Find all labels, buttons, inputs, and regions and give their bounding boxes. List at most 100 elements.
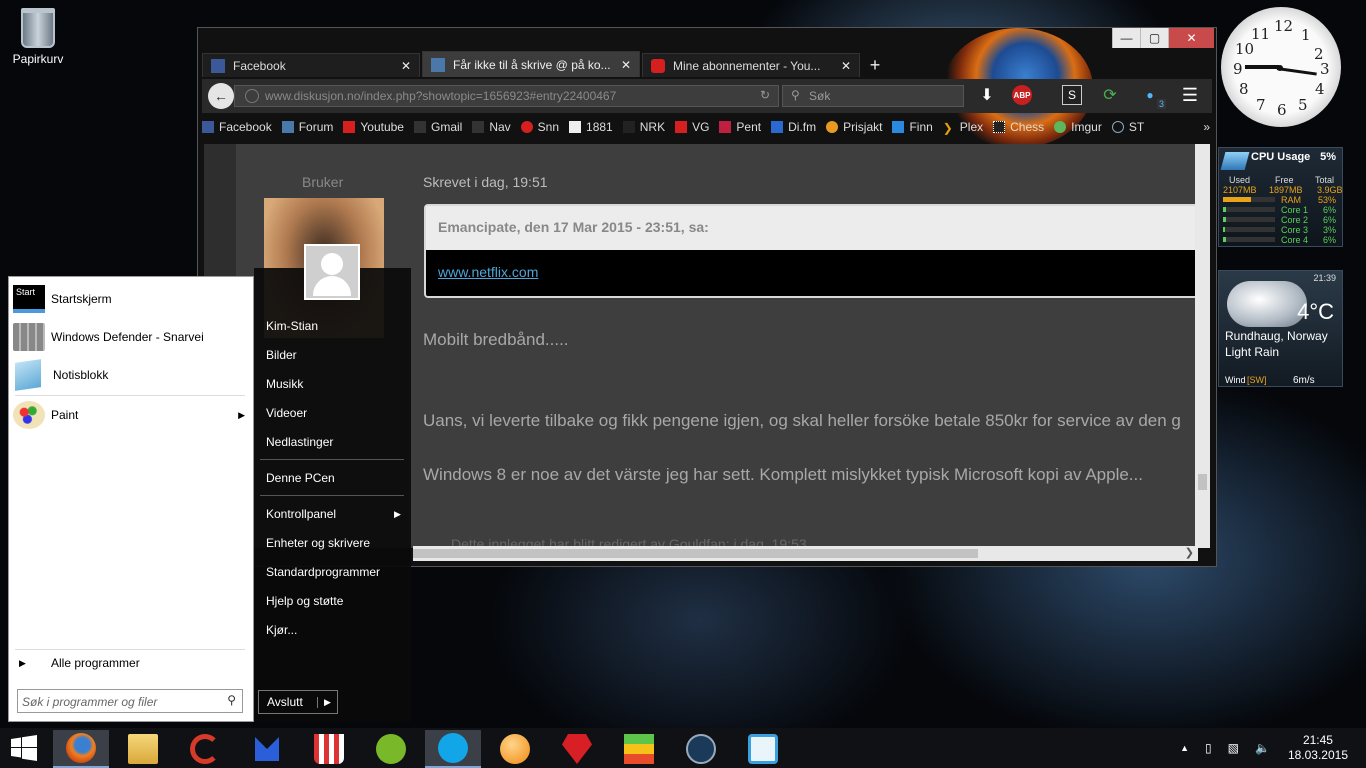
start-search-input[interactable]: Søk i programmer og filer ⚲: [17, 689, 243, 713]
scroll-right-icon[interactable]: ❯: [1185, 546, 1194, 559]
download-icon[interactable]: ⬇: [977, 85, 997, 105]
shutdown-options-icon[interactable]: ▶: [317, 696, 337, 708]
show-hidden-icons[interactable]: ▲: [1180, 743, 1189, 753]
taskbar-utorrent-remote[interactable]: [735, 730, 791, 768]
taskbar-clock[interactable]: 21:45 18.03.2015: [1288, 733, 1348, 763]
search-icon[interactable]: ⚲: [227, 693, 236, 707]
netflix-link[interactable]: www.netflix.com: [438, 264, 538, 280]
scrollbar-thumb[interactable]: [1198, 474, 1207, 490]
post-paragraph-1: Mobilt bredbånd.....: [423, 330, 569, 349]
shutdown-button[interactable]: Avslutt ▶: [258, 690, 338, 714]
taskbar-utorrent[interactable]: [363, 730, 419, 768]
vlc-icon: [500, 734, 530, 764]
taskbar-bluestacks[interactable]: [611, 730, 667, 768]
notification-count: 3: [1156, 99, 1166, 109]
bookmark-difm[interactable]: Di.fm: [771, 120, 816, 134]
post-date: Skrevet i dag, 19:51: [423, 174, 548, 190]
taskbar-vlc[interactable]: [487, 730, 543, 768]
new-tab-button[interactable]: +: [862, 53, 888, 77]
volume-icon[interactable]: 🔈: [1255, 741, 1270, 755]
title-bar[interactable]: — ▢ ✕: [198, 28, 1216, 49]
cpu-gadget[interactable]: CPU Usage 5% Used Free Total 2107MB 1897…: [1218, 147, 1343, 247]
minimize-button[interactable]: —: [1112, 28, 1140, 48]
post-paragraph-3: Windows 8 er noe av det värste jeg har s…: [423, 465, 1143, 484]
menu-icon[interactable]: ☰: [1180, 85, 1200, 105]
s-extension-icon[interactable]: S: [1062, 85, 1082, 105]
denne-pcen-item[interactable]: Denne PCen: [266, 471, 335, 485]
clock-gadget[interactable]: 12 1 2 3 4 5 6 7 8 9 10 11: [1221, 7, 1341, 127]
tab-label: Mine abonnementer - You...: [673, 58, 821, 73]
submenu-arrow-icon: ▶: [394, 509, 401, 519]
bookmark-nav[interactable]: Nav: [472, 120, 511, 134]
notisblokk-item[interactable]: Notisblokk: [13, 359, 251, 391]
bookmark-imgur[interactable]: Imgur: [1054, 120, 1102, 134]
all-programs-item[interactable]: ▶ Alle programmer: [13, 647, 251, 679]
taskbar-steam[interactable]: [673, 730, 729, 768]
reload-icon[interactable]: ↻: [760, 88, 770, 102]
bookmark-forum[interactable]: Forum: [281, 120, 333, 134]
scrollbar-thumb[interactable]: [413, 549, 978, 558]
back-button[interactable]: ←: [208, 83, 234, 109]
tab-youtube[interactable]: Mine abonnementer - You... ✕: [642, 53, 860, 77]
enheter-item[interactable]: Enheter og skrivere: [266, 536, 370, 550]
notepad-icon: [15, 359, 41, 391]
hjelp-item[interactable]: Hjelp og støtte: [266, 594, 343, 608]
network-icon[interactable]: ▧: [1228, 741, 1239, 755]
taskbar-explorer[interactable]: [115, 730, 171, 768]
paint-icon: [13, 401, 45, 429]
vertical-scrollbar[interactable]: [1195, 144, 1210, 548]
site-info-icon[interactable]: [245, 89, 259, 103]
close-tab-icon[interactable]: ✕: [841, 59, 851, 73]
weather-gadget[interactable]: 21:39 4°C Rundhaug, Norway Light Rain Wi…: [1218, 270, 1343, 387]
taskbar-skype[interactable]: [425, 730, 481, 768]
bookmark-1881[interactable]: 1881: [569, 120, 613, 134]
nedlastinger-item[interactable]: Nedlastinger: [266, 435, 333, 449]
taskbar-malwarebytes[interactable]: [239, 730, 295, 768]
taskbar-popcorn-time[interactable]: [301, 730, 357, 768]
tab-facebook[interactable]: Facebook ✕: [202, 53, 420, 77]
bookmark-st[interactable]: ST: [1111, 120, 1144, 134]
close-tab-icon[interactable]: ✕: [401, 59, 411, 73]
close-tab-icon[interactable]: ✕: [621, 58, 631, 72]
sync-icon[interactable]: ⟳: [1100, 85, 1120, 105]
bookmark-gmail[interactable]: Gmail: [413, 120, 462, 134]
power-icon[interactable]: ▯: [1205, 741, 1212, 755]
bookmark-youtube[interactable]: Youtube: [343, 120, 404, 134]
startskjerm-item[interactable]: Start Startskjerm: [13, 283, 251, 315]
bookmark-plex[interactable]: ❯ Plex: [943, 120, 983, 135]
close-window-button[interactable]: ✕: [1168, 28, 1214, 48]
recycle-bin[interactable]: Papirkurv: [8, 8, 68, 66]
taskbar-ccleaner[interactable]: [177, 730, 233, 768]
bookmark-nrk[interactable]: NRK: [622, 120, 665, 134]
videoer-item[interactable]: Videoer: [266, 406, 307, 420]
bookmark-finn[interactable]: Finn: [892, 120, 933, 134]
bluestacks-icon: [624, 734, 654, 764]
kjor-item[interactable]: Kjør...: [266, 623, 297, 637]
taskbar-ruby[interactable]: [549, 730, 605, 768]
musikk-item[interactable]: Musikk: [266, 377, 303, 391]
bookmark-prisjakt[interactable]: Prisjakt: [826, 120, 882, 134]
maximize-button[interactable]: ▢: [1140, 28, 1168, 48]
taskbar-firefox[interactable]: [53, 730, 109, 768]
extension-badge-icon[interactable]: ● 3: [1140, 85, 1166, 109]
windows-defender-item[interactable]: Windows Defender - Snarvei: [13, 321, 251, 353]
standardprogrammer-item[interactable]: Standardprogrammer: [266, 565, 380, 579]
horizontal-scrollbar[interactable]: ❯: [413, 546, 1198, 561]
bilder-item[interactable]: Bilder: [266, 348, 297, 362]
bookmarks-overflow-button[interactable]: »: [1203, 120, 1210, 134]
kontrollpanel-item[interactable]: Kontrollpanel: [266, 507, 336, 521]
user-picture[interactable]: [304, 244, 360, 300]
cpu-icon: [1220, 152, 1250, 170]
bookmark-snn[interactable]: Snn: [520, 120, 559, 134]
url-bar[interactable]: www.diskusjon.no/index.php?showtopic=165…: [234, 85, 779, 107]
bookmark-pent[interactable]: Pent: [719, 120, 761, 134]
paint-item[interactable]: Paint ▶: [13, 399, 251, 431]
bookmark-chess[interactable]: Chess: [993, 120, 1044, 134]
user-name-item[interactable]: Kim-Stian: [266, 319, 318, 333]
start-button[interactable]: [0, 728, 48, 768]
adblock-icon[interactable]: ABP: [1012, 85, 1032, 105]
bookmark-facebook[interactable]: Facebook: [202, 120, 272, 134]
bookmark-vg[interactable]: VG: [675, 120, 709, 134]
tab-diskusjon[interactable]: Får ikke til å skrive @ på ko... ✕: [422, 51, 640, 77]
search-bar[interactable]: ⚲ Søk: [782, 85, 964, 107]
